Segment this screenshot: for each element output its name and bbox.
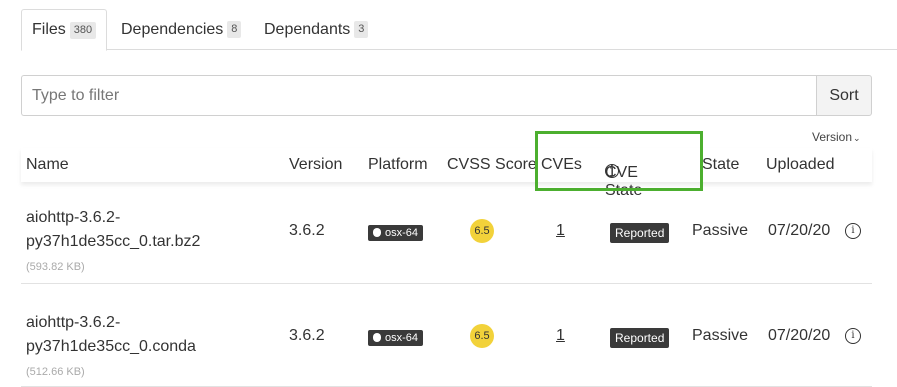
- platform-label: osx-64: [385, 226, 419, 239]
- tab-dependants-label: Dependants: [264, 20, 351, 38]
- file-name[interactable]: aiohttp-3.6.2- py37h1de35cc_0.conda: [26, 311, 246, 359]
- col-version[interactable]: Version: [289, 156, 342, 174]
- tab-dependants[interactable]: Dependants 3: [254, 9, 378, 50]
- filter-input[interactable]: [21, 75, 816, 116]
- cve-count-link[interactable]: 1: [556, 327, 565, 345]
- tab-dependencies-count: 8: [227, 21, 242, 38]
- file-name-line1: aiohttp-3.6.2-: [26, 209, 121, 226]
- col-uploaded[interactable]: Uploaded: [766, 156, 835, 174]
- tab-files-label: Files: [32, 21, 66, 38]
- tab-dependencies[interactable]: Dependencies 8: [111, 9, 251, 50]
- file-version: 3.6.2: [289, 222, 325, 239]
- tab-bar: Files 380 Dependencies 8 Dependants 3: [21, 9, 897, 51]
- tab-dependants-count: 3: [354, 21, 369, 38]
- tab-dependencies-label: Dependencies: [121, 20, 224, 38]
- cvss-score-badge: 6.5: [470, 324, 494, 348]
- file-name-line2: py37h1de35cc_0.tar.bz2: [26, 233, 201, 250]
- apple-icon: [373, 333, 381, 342]
- col-name[interactable]: Name: [26, 156, 69, 174]
- apple-icon: [373, 228, 381, 237]
- col-cvss-score[interactable]: CVSS Score: [447, 156, 537, 174]
- state-value: Passive: [692, 222, 749, 239]
- col-state[interactable]: State: [702, 156, 739, 174]
- uploaded-date: 07/20/20: [768, 222, 831, 239]
- tab-files[interactable]: Files 380: [21, 9, 108, 51]
- col-platform[interactable]: Platform: [368, 156, 428, 174]
- cve-count-link[interactable]: 1: [556, 222, 565, 240]
- table-header: Name Version Platform CVSS Score CVEs CV…: [21, 148, 872, 199]
- version-sort-dropdown[interactable]: Version⌄: [812, 130, 861, 144]
- file-size: (593.82 KB): [26, 261, 85, 273]
- col-cves[interactable]: CVEs: [541, 156, 582, 174]
- table-row: aiohttp-3.6.2- py37h1de35cc_0.tar.bz2 (5…: [21, 182, 872, 284]
- platform-badge: osx-64: [368, 224, 424, 242]
- row-info-icon[interactable]: i: [845, 222, 861, 240]
- table-row: aiohttp-3.6.2- py37h1de35cc_0.conda (512…: [21, 285, 872, 387]
- uploaded-date: 07/20/20: [768, 327, 831, 344]
- file-name[interactable]: aiohttp-3.6.2- py37h1de35cc_0.tar.bz2: [26, 206, 246, 254]
- tab-files-count: 380: [69, 21, 97, 39]
- row-info-icon[interactable]: i: [845, 327, 861, 345]
- version-sort-label: Version: [812, 130, 853, 144]
- platform-label: osx-64: [385, 331, 419, 344]
- cvss-score-badge: 6.5: [470, 219, 494, 243]
- chevron-down-icon: ⌄: [853, 133, 861, 143]
- file-name-line2: py37h1de35cc_0.conda: [26, 338, 196, 355]
- platform-badge: osx-64: [368, 329, 424, 347]
- filter-bar: Sort: [21, 75, 872, 116]
- cve-state-badge: Reported: [610, 328, 670, 348]
- sort-button[interactable]: Sort: [816, 75, 872, 116]
- file-version: 3.6.2: [289, 327, 325, 344]
- file-name-line1: aiohttp-3.6.2-: [26, 314, 121, 331]
- state-value: Passive: [692, 327, 749, 344]
- cve-state-badge: Reported: [610, 223, 670, 243]
- file-size: (512.66 KB): [26, 366, 85, 378]
- info-icon[interactable]: i: [605, 163, 619, 179]
